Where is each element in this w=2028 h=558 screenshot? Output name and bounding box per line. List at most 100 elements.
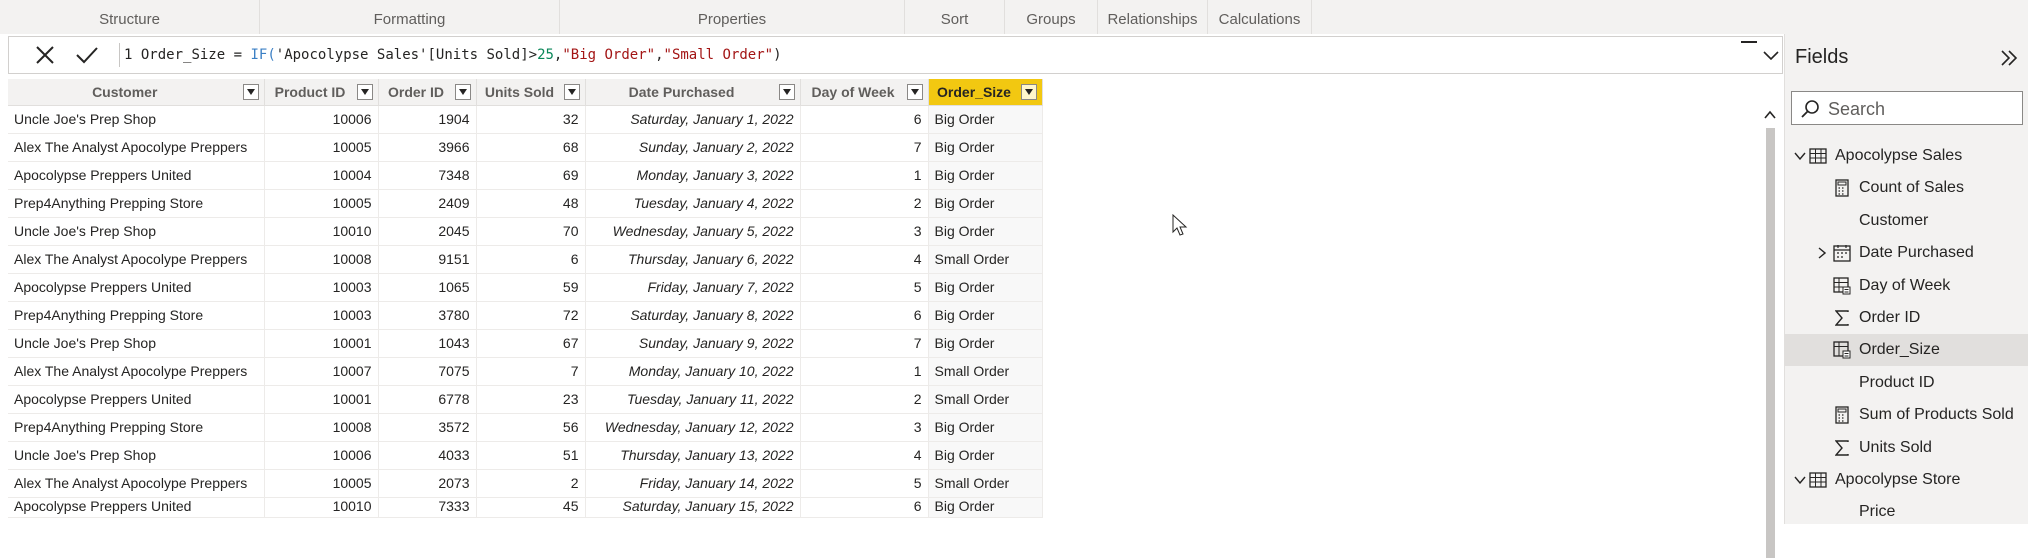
- column-header-customer[interactable]: Customer: [8, 79, 265, 106]
- cell-order-size[interactable]: Big Order: [928, 133, 1043, 162]
- cell-product-id[interactable]: 10003: [264, 301, 379, 330]
- filter-dropdown-button[interactable]: [1020, 84, 1037, 100]
- cell-day-of-week[interactable]: 7: [800, 329, 929, 358]
- chevron-up-icon[interactable]: [1764, 110, 1776, 120]
- cell-customer[interactable]: Prep4Anything Prepping Store: [8, 301, 265, 330]
- cell-order-size[interactable]: Big Order: [928, 329, 1043, 358]
- chevron-down-icon[interactable]: [1793, 473, 1807, 487]
- cell-product-id[interactable]: 10007: [264, 357, 379, 386]
- commit-formula-button[interactable]: [67, 37, 107, 73]
- cell-order-size[interactable]: Big Order: [928, 105, 1043, 134]
- cell-units-sold[interactable]: 6: [476, 245, 586, 274]
- cell-day-of-week[interactable]: 6: [800, 301, 929, 330]
- cell-order-size[interactable]: Big Order: [928, 413, 1043, 442]
- cell-day-of-week[interactable]: 1: [800, 161, 929, 190]
- cell-customer[interactable]: Uncle Joe's Prep Shop: [8, 441, 265, 470]
- cell-order-id[interactable]: 3780: [378, 301, 477, 330]
- cell-date-purchased[interactable]: Wednesday, January 5, 2022: [585, 217, 801, 246]
- cell-customer[interactable]: Uncle Joe's Prep Shop: [8, 105, 265, 134]
- cell-order-size[interactable]: Small Order: [928, 245, 1043, 274]
- cell-date-purchased[interactable]: Sunday, January 9, 2022: [585, 329, 801, 358]
- cell-product-id[interactable]: 10004: [264, 161, 379, 190]
- vertical-scrollbar[interactable]: [1762, 106, 1778, 558]
- cell-customer[interactable]: Alex The Analyst Apocolype Preppers: [8, 133, 265, 162]
- cell-day-of-week[interactable]: 6: [800, 497, 929, 518]
- cell-product-id[interactable]: 10008: [264, 245, 379, 274]
- column-header-day-of-week[interactable]: Day of Week: [800, 79, 929, 106]
- filter-dropdown-button[interactable]: [563, 84, 580, 100]
- cell-units-sold[interactable]: 70: [476, 217, 586, 246]
- cell-units-sold[interactable]: 23: [476, 385, 586, 414]
- cell-order-id[interactable]: 9151: [378, 245, 477, 274]
- cell-day-of-week[interactable]: 5: [800, 273, 929, 302]
- cell-order-id[interactable]: 3966: [378, 133, 477, 162]
- column-header-units-sold[interactable]: Units Sold: [476, 79, 586, 106]
- expand-formula-button[interactable]: [1761, 43, 1781, 67]
- field-item-product-id[interactable]: Product ID: [1785, 367, 2028, 399]
- cell-customer[interactable]: Alex The Analyst Apocolype Preppers: [8, 245, 265, 274]
- filter-dropdown-button[interactable]: [242, 84, 259, 100]
- filter-dropdown-button[interactable]: [454, 84, 471, 100]
- cell-customer[interactable]: Apocolypse Preppers United: [8, 497, 265, 518]
- cell-units-sold[interactable]: 72: [476, 301, 586, 330]
- scrollbar-thumb[interactable]: [1766, 128, 1775, 558]
- cell-customer[interactable]: Alex The Analyst Apocolype Preppers: [8, 469, 265, 498]
- field-item-order-id[interactable]: Order ID: [1785, 302, 2028, 334]
- filter-dropdown-button[interactable]: [906, 84, 923, 100]
- formula-input[interactable]: 1 Order_Size = IF('Apocolypse Sales'[Uni…: [124, 37, 782, 73]
- cell-units-sold[interactable]: 48: [476, 189, 586, 218]
- cell-order-id[interactable]: 2045: [378, 217, 477, 246]
- cell-order-size[interactable]: Big Order: [928, 497, 1043, 518]
- field-item-date-purchased[interactable]: Date Purchased: [1785, 237, 2028, 269]
- cell-day-of-week[interactable]: 2: [800, 385, 929, 414]
- cell-customer[interactable]: Prep4Anything Prepping Store: [8, 413, 265, 442]
- cell-units-sold[interactable]: 51: [476, 441, 586, 470]
- field-item-sum-of-products-sold[interactable]: Sum of Products Sold: [1785, 399, 2028, 431]
- cell-units-sold[interactable]: 45: [476, 497, 586, 518]
- cell-order-id[interactable]: 3572: [378, 413, 477, 442]
- cell-customer[interactable]: Apocolypse Preppers United: [8, 161, 265, 190]
- field-item-customer[interactable]: Customer: [1785, 205, 2028, 237]
- cell-product-id[interactable]: 10005: [264, 189, 379, 218]
- chevron-right-icon[interactable]: [1815, 246, 1829, 260]
- cell-customer[interactable]: Uncle Joe's Prep Shop: [8, 329, 265, 358]
- cell-order-size[interactable]: Small Order: [928, 357, 1043, 386]
- cell-product-id[interactable]: 10005: [264, 469, 379, 498]
- cell-order-id[interactable]: 1904: [378, 105, 477, 134]
- field-item-units-sold[interactable]: Units Sold: [1785, 432, 2028, 464]
- filter-dropdown-button[interactable]: [778, 84, 795, 100]
- cell-order-size[interactable]: Big Order: [928, 217, 1043, 246]
- cell-day-of-week[interactable]: 4: [800, 441, 929, 470]
- cell-day-of-week[interactable]: 7: [800, 133, 929, 162]
- cell-product-id[interactable]: 10008: [264, 413, 379, 442]
- cell-date-purchased[interactable]: Saturday, January 15, 2022: [585, 497, 801, 518]
- cell-product-id[interactable]: 10005: [264, 133, 379, 162]
- cell-day-of-week[interactable]: 3: [800, 217, 929, 246]
- cell-product-id[interactable]: 10006: [264, 441, 379, 470]
- chevron-down-icon[interactable]: [1793, 149, 1807, 163]
- cell-date-purchased[interactable]: Saturday, January 1, 2022: [585, 105, 801, 134]
- cell-order-size[interactable]: Big Order: [928, 161, 1043, 190]
- cell-customer[interactable]: Apocolypse Preppers United: [8, 273, 265, 302]
- cell-customer[interactable]: Apocolypse Preppers United: [8, 385, 265, 414]
- cell-order-id[interactable]: 4033: [378, 441, 477, 470]
- fields-search[interactable]: [1791, 91, 2023, 125]
- cell-date-purchased[interactable]: Tuesday, January 4, 2022: [585, 189, 801, 218]
- cell-order-id[interactable]: 7333: [378, 497, 477, 518]
- cell-order-id[interactable]: 1065: [378, 273, 477, 302]
- cell-order-id[interactable]: 6778: [378, 385, 477, 414]
- cell-date-purchased[interactable]: Thursday, January 6, 2022: [585, 245, 801, 274]
- cell-day-of-week[interactable]: 5: [800, 469, 929, 498]
- cell-product-id[interactable]: 10006: [264, 105, 379, 134]
- cell-units-sold[interactable]: 59: [476, 273, 586, 302]
- cell-date-purchased[interactable]: Tuesday, January 11, 2022: [585, 385, 801, 414]
- field-item-order-size[interactable]: Order_Size: [1785, 334, 2028, 367]
- cell-date-purchased[interactable]: Friday, January 14, 2022: [585, 469, 801, 498]
- column-header-order-size[interactable]: Order_Size: [928, 79, 1043, 106]
- cell-day-of-week[interactable]: 4: [800, 245, 929, 274]
- cell-customer[interactable]: Alex The Analyst Apocolype Preppers: [8, 357, 265, 386]
- cell-units-sold[interactable]: 2: [476, 469, 586, 498]
- column-header-product-id[interactable]: Product ID: [264, 79, 379, 106]
- cell-order-size[interactable]: Small Order: [928, 469, 1043, 498]
- double-chevron-right-icon[interactable]: [1997, 46, 2021, 70]
